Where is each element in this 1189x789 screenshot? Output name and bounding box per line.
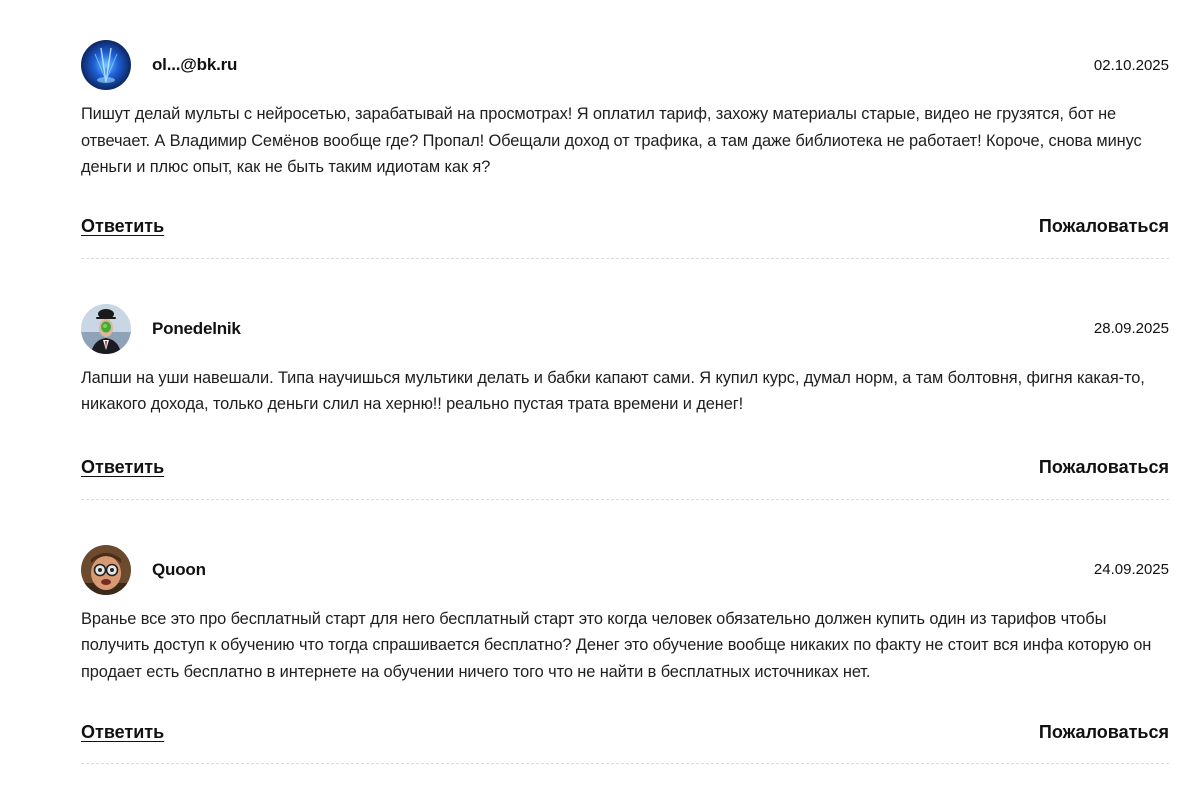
- comment-actions: Ответить Пожаловаться: [81, 453, 1169, 499]
- reply-button[interactable]: Ответить: [81, 457, 164, 478]
- reply-button[interactable]: Ответить: [81, 722, 164, 743]
- comment-author: Ponedelnik: [152, 318, 241, 338]
- comment-date: 24.09.2025: [1093, 561, 1169, 578]
- comment-text: Вранье все это про бесплатный старт для …: [81, 609, 1152, 681]
- comment-header: Quoon 24.09.2025: [81, 544, 1169, 595]
- comment-text: Пишут делай мульты с нейросетью, зарабат…: [81, 105, 1142, 176]
- report-button[interactable]: Пожаловаться: [1039, 457, 1169, 478]
- comment-header: Ponedelnik 28.09.2025: [81, 303, 1169, 354]
- comment-item: Quoon 24.09.2025 Вранье все это про бесп…: [81, 544, 1169, 764]
- comment-item: Ponedelnik 28.09.2025 Лапши на уши навеш…: [81, 303, 1169, 500]
- report-button[interactable]: Пожаловаться: [1039, 722, 1169, 743]
- comment-item: ol...@bk.ru 02.10.2025 Пишут делай мульт…: [81, 40, 1169, 259]
- report-button[interactable]: Пожаловаться: [1039, 216, 1169, 237]
- comment-author: ol...@bk.ru: [152, 55, 238, 74]
- comment-text: Лапши на уши навешали. Типа научишься му…: [81, 368, 1145, 414]
- comment-header: ol...@bk.ru 02.10.2025: [81, 40, 1169, 90]
- man-in-bowler-hat-avatar-icon: [81, 303, 131, 354]
- comment-author: Quoon: [152, 559, 206, 579]
- comment-date: 28.09.2025: [1093, 320, 1169, 337]
- comment-actions: Ответить Пожаловаться: [81, 212, 1169, 258]
- comments-list: ol...@bk.ru 02.10.2025 Пишут делай мульт…: [81, 0, 1169, 764]
- blue-abstract-avatar-icon: [81, 40, 131, 90]
- comment-date: 02.10.2025: [1093, 56, 1169, 74]
- comment-actions: Ответить Пожаловаться: [81, 717, 1169, 763]
- reply-button[interactable]: Ответить: [81, 216, 164, 237]
- man-with-glasses-avatar-icon: [81, 544, 131, 595]
